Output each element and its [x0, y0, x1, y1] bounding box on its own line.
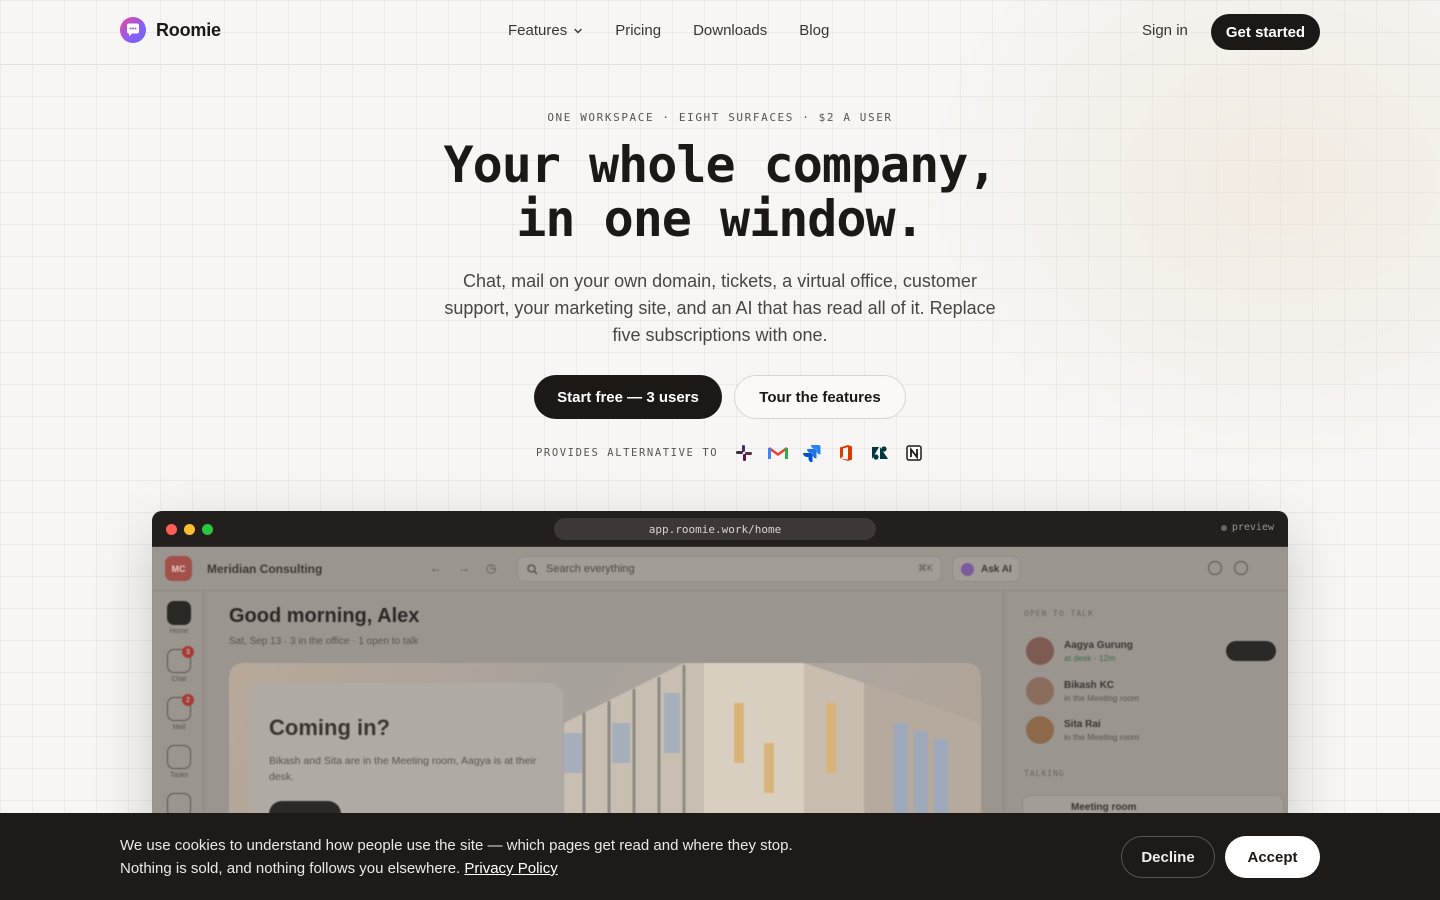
- cookie-message: We use cookies to understand how people …: [120, 834, 840, 880]
- sign-in-link[interactable]: Sign in: [1142, 22, 1188, 39]
- headline-line-1: Your whole company,: [443, 136, 998, 194]
- home-icon: [167, 601, 191, 625]
- rail-label: Home: [169, 628, 189, 635]
- room-name: Meeting room: [1071, 802, 1137, 813]
- rail-item-mail: 2 Mail: [166, 694, 194, 731]
- headline-line-2: in one window.: [516, 190, 924, 248]
- person-row: Bikash KC in the Meeting room: [1026, 677, 1276, 707]
- jira-icon: [802, 443, 822, 463]
- avatar: [1026, 677, 1054, 705]
- person-name: Sita Rai: [1064, 719, 1101, 730]
- app-search-field: Search everything ⌘K: [517, 556, 942, 582]
- gmail-icon: [768, 443, 789, 463]
- brand[interactable]: Roomie: [120, 17, 221, 43]
- rail-label: Tasks: [170, 772, 188, 779]
- rail-label: Chat: [171, 676, 187, 683]
- window-titlebar: app.roomie.work/home preview: [152, 511, 1288, 547]
- ask-ai-button: Ask AI: [952, 556, 1020, 582]
- accept-button[interactable]: Accept: [1225, 836, 1320, 878]
- preview-tag-label: preview: [1231, 522, 1274, 533]
- nav-link-label: Pricing: [615, 22, 662, 39]
- get-started-button[interactable]: Get started: [1211, 14, 1320, 50]
- slack-icon: [734, 443, 754, 463]
- rail-item-tasks: Tasks: [166, 745, 192, 779]
- search-shortcut: ⌘K: [917, 563, 933, 573]
- chat-icon: 3: [167, 646, 194, 673]
- alternatives-label: PROVIDES ALTERNATIVE TO: [536, 447, 719, 459]
- decline-button[interactable]: Decline: [1121, 836, 1215, 878]
- open-to-talk-heading: OPEN TO TALK: [1024, 609, 1094, 618]
- nav-link-blog[interactable]: Blog: [799, 22, 829, 39]
- office-icon: [836, 443, 856, 463]
- zendesk-icon: [870, 443, 890, 463]
- person-status: in the Meeting room: [1064, 732, 1140, 742]
- greeting-subtitle: Sat, Sep 13 · 3 in the office · 1 open t…: [229, 636, 419, 647]
- talking-heading: TALKING: [1024, 769, 1065, 778]
- nav-link-downloads[interactable]: Downloads: [693, 22, 767, 39]
- avatar: [1026, 716, 1054, 744]
- minimize-dot-icon: [184, 524, 195, 535]
- mail-icon: 2: [167, 694, 194, 721]
- address-bar: app.roomie.work/home: [554, 518, 876, 540]
- person-name: Aagya Gurung: [1064, 640, 1133, 651]
- rail-label: Mail: [172, 724, 186, 731]
- rail-item-chat: 3 Chat: [166, 646, 194, 683]
- coming-in-title: Coming in?: [269, 715, 390, 740]
- unread-badge: 2: [182, 694, 194, 706]
- talk-button: [1226, 641, 1276, 661]
- search-icon: [527, 564, 538, 575]
- avatar: [1026, 637, 1054, 665]
- nav-link-label: Features: [508, 22, 568, 39]
- profile-icon: [1234, 561, 1248, 575]
- tour-features-button[interactable]: Tour the features: [734, 375, 906, 419]
- brand-name: Roomie: [156, 19, 221, 40]
- start-free-button[interactable]: Start free — 3 users: [534, 375, 722, 419]
- unread-badge: 3: [182, 646, 194, 658]
- privacy-policy-link[interactable]: Privacy Policy: [464, 860, 557, 877]
- workspace-avatar: MC: [165, 556, 192, 581]
- person-status: at desk · 12m: [1064, 653, 1116, 663]
- rail-item-home: Home: [166, 601, 192, 635]
- person-name: Bikash KC: [1064, 680, 1115, 691]
- preview-tag: preview: [1220, 522, 1274, 533]
- maximize-dot-icon: [202, 524, 213, 535]
- notion-icon: [904, 443, 924, 463]
- top-nav: Roomie Features Pricing Downloads Blog S…: [0, 0, 1440, 65]
- chevron-down-icon: [574, 28, 582, 33]
- cookie-text-line-2: Nothing is sold, and nothing follows you…: [120, 860, 461, 877]
- help-icon: [1208, 561, 1222, 575]
- nav-link-pricing[interactable]: Pricing: [615, 22, 661, 39]
- history-arrows-icon: ←→◷: [430, 561, 513, 575]
- coming-in-subtitle: Bikash and Sita are in the Meeting room,…: [269, 755, 537, 783]
- person-status: in the Meeting room: [1064, 693, 1140, 703]
- ai-sparkle-icon: [961, 563, 974, 576]
- hero-subhead: Chat, mail on your own domain, tickets, …: [444, 271, 996, 345]
- search-placeholder: Search everything: [546, 563, 635, 575]
- nav-links: Features Pricing Downloads Blog: [508, 22, 829, 39]
- greeting: Good morning, Alex: [229, 605, 420, 627]
- person-row: Sita Rai in the Meeting room: [1026, 716, 1276, 746]
- hero-eyebrow: ONE WORKSPACE · EIGHT SURFACES · $2 A US…: [547, 111, 893, 124]
- hero-headline: Your whole company, in one window.: [0, 138, 1440, 246]
- roomie-logo-icon: [120, 17, 146, 43]
- ask-ai-label: Ask AI: [981, 563, 1012, 575]
- alternatives-row: PROVIDES ALTERNATIVE TO: [536, 443, 924, 463]
- close-dot-icon: [166, 524, 177, 535]
- status-dot-icon: [1220, 524, 1227, 531]
- cookie-text-line-1: We use cookies to understand how people …: [120, 837, 793, 854]
- top-icons: [1208, 561, 1248, 575]
- nav-link-features[interactable]: Features: [508, 22, 583, 39]
- app-topbar: MC Meridian Consulting ←→◷ Search everyt…: [152, 547, 1288, 591]
- tasks-icon: [167, 745, 191, 769]
- person-row: Aagya Gurung at desk · 12m: [1026, 637, 1276, 667]
- nav-link-label: Blog: [799, 22, 830, 39]
- cookie-banner: We use cookies to understand how people …: [0, 813, 1440, 900]
- nav-link-label: Downloads: [693, 22, 768, 39]
- workspace-name: Meridian Consulting: [207, 562, 323, 576]
